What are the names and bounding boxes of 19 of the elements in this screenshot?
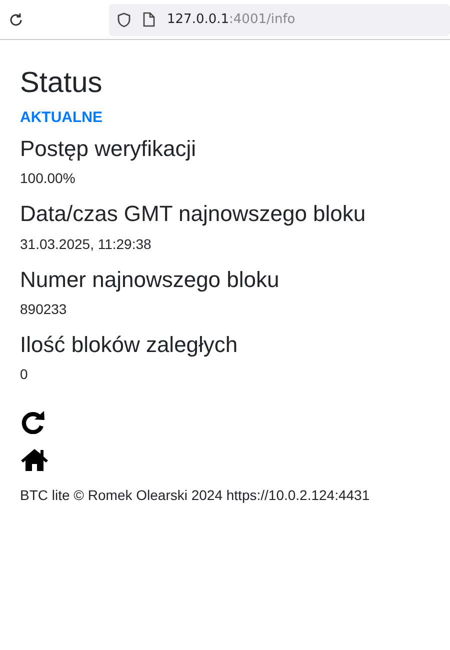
- home-icon[interactable]: [20, 448, 49, 472]
- reload-icon[interactable]: [8, 12, 24, 28]
- field-value: 890233: [20, 300, 68, 317]
- page-title: Status: [20, 66, 104, 101]
- field-label: Numer najnowszego bloku: [20, 266, 280, 293]
- field-value: 31.03.2025, 11:29:38: [20, 236, 152, 252]
- field-value: 0: [20, 366, 29, 382]
- page-icon: [143, 12, 155, 27]
- refresh-icon[interactable]: [20, 410, 46, 434]
- address-bar[interactable]: 127.0.0.1:4001/info: [109, 4, 450, 36]
- field-label: Postęp weryfikacji: [20, 136, 198, 162]
- status-label: AKTUALNE: [20, 108, 104, 126]
- field-label: Data/czas GMT najnowszego bloku: [20, 201, 367, 228]
- url-path: :4001/info: [229, 12, 296, 27]
- url-host: 127.0.0.1: [167, 12, 230, 27]
- footer-text: BTC lite © Romek Olearski 2024 https://10.0.2.124:4431: [20, 487, 371, 504]
- field-label: Ilość bloków zaległych: [20, 332, 239, 358]
- field-value: 100.00%: [20, 170, 76, 186]
- shield-icon: [117, 12, 131, 28]
